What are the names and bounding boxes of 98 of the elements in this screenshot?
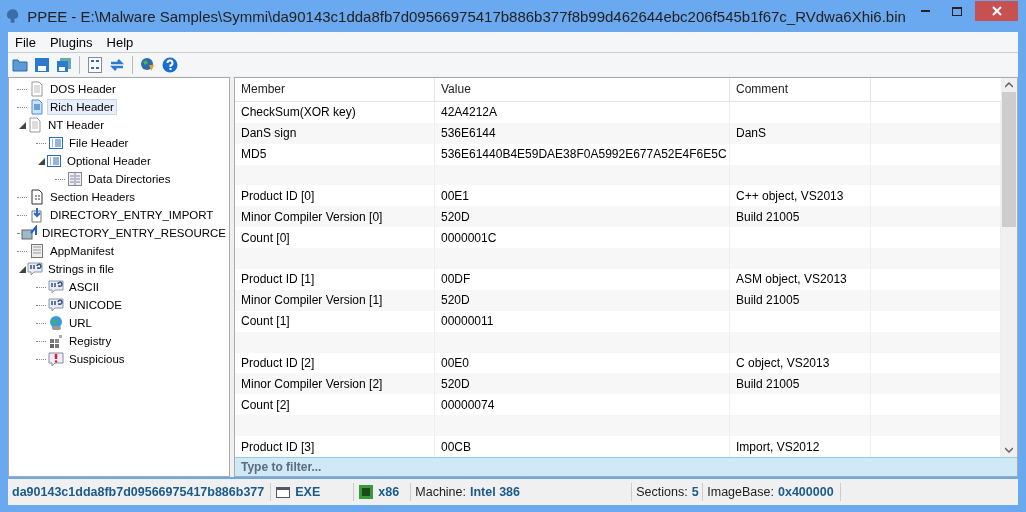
window-icon <box>275 484 292 500</box>
tree-item[interactable]: Data Directories <box>85 171 174 187</box>
table-cell: 42A4212A <box>441 105 498 120</box>
menu-item[interactable]: Plugins <box>44 33 98 51</box>
scrollbar[interactable] <box>1001 78 1017 457</box>
scrollbar-thumb[interactable] <box>1002 92 1016 227</box>
document-icon <box>29 99 45 115</box>
architecture: x86 <box>378 485 400 499</box>
document-icon <box>29 243 45 259</box>
expander-icon[interactable] <box>17 121 27 129</box>
table-cell: C++ object, VS2013 <box>736 188 844 203</box>
table-cell: 0000001C <box>441 230 497 245</box>
table-cell: Product ID [1] <box>241 272 315 287</box>
table-cell: Import, VS2012 <box>736 439 820 454</box>
filter-field[interactable]: Type to filter... <box>235 457 1017 476</box>
table-cell: Product ID [2] <box>241 356 315 370</box>
help-button[interactable] <box>161 55 179 74</box>
tree-item[interactable]: Rich Header <box>47 99 117 115</box>
table-cell: Count [2] <box>241 397 290 412</box>
status-value: 0x400000 <box>778 485 834 499</box>
alert-icon <box>48 351 64 367</box>
column-header[interactable]: Comment <box>730 78 871 101</box>
file-type: EXE <box>295 485 321 499</box>
import-icon <box>29 207 45 223</box>
cubes-icon <box>48 333 64 349</box>
globe-icon <box>48 315 64 331</box>
chip-icon <box>358 484 375 500</box>
maximize-icon <box>951 6 962 16</box>
tree-item[interactable]: DIRECTORY_ENTRY_IMPORT <box>47 207 217 223</box>
menu-item[interactable]: File <box>10 33 41 51</box>
table-cell: 00000011 <box>441 314 494 329</box>
table-cell: CheckSum(XOR key) <box>241 105 356 120</box>
status-value: 5 <box>691 485 699 499</box>
table-cell: 536E61440B4E59DAE38F0A5992E677A52E4F6E5C <box>441 147 727 162</box>
table-cell: 520D <box>441 293 470 308</box>
save-all-button[interactable] <box>55 55 73 74</box>
expander-icon[interactable] <box>17 265 27 273</box>
tree-item[interactable]: UNICODE <box>66 297 126 313</box>
tree-item[interactable]: Strings in file <box>45 261 117 277</box>
column-header[interactable]: Value <box>435 78 730 101</box>
table-cell: 00E1 <box>441 188 470 203</box>
picture-icon <box>20 225 37 241</box>
table-cell: 00CB <box>441 439 472 454</box>
table-cell: Product ID [0] <box>241 188 315 203</box>
menu-item[interactable]: Help <box>101 33 139 51</box>
table-cell: C object, VS2013 <box>736 356 830 370</box>
table-cell: Count [0] <box>241 230 290 245</box>
tree-item[interactable]: DOS Header <box>47 81 119 97</box>
document-icon <box>29 189 45 205</box>
speech-bubble-icon <box>27 261 43 277</box>
tree-item[interactable]: File Header <box>66 135 132 151</box>
table-icon <box>67 171 83 187</box>
status-value: Intel 386 <box>470 485 521 499</box>
table-cell: 520D <box>441 376 470 391</box>
tree-item[interactable]: URL <box>66 315 95 331</box>
document-icon <box>29 81 45 97</box>
table-cell: 536E6144 <box>441 126 496 141</box>
tree-item[interactable]: ASCII <box>66 279 103 295</box>
table-cell: Minor Compiler Version [2] <box>241 376 383 391</box>
tree-item[interactable]: AppManifest <box>47 243 117 259</box>
speech-bubble-icon <box>48 279 64 295</box>
table-cell: Count [1] <box>241 314 290 329</box>
table-cell: ASM object, VS2013 <box>736 272 847 287</box>
status-label: ImageBase: <box>707 485 774 499</box>
table-cell: 00DF <box>441 272 471 287</box>
globe-download-button[interactable] <box>139 55 157 74</box>
status-label: Machine: <box>415 485 466 499</box>
window-title: PPEE - E:\Malware Samples\Symmi\da90143c1dda8fb7d09566975417b886b377f8b99d462644ebc206f545b1f67c_RVdwa6Xhi6.bin <box>27 7 906 25</box>
speech-bubble-icon <box>48 297 64 313</box>
table-cell: DanS <box>736 126 767 141</box>
table-cell: 520D <box>441 209 470 224</box>
column-header[interactable]: Member <box>235 78 435 101</box>
document-icon <box>27 117 43 133</box>
tree-item[interactable]: Suspicious <box>66 351 128 367</box>
table-cell: Minor Compiler Version [0] <box>241 209 383 224</box>
table-cell: Build 21005 <box>736 209 800 224</box>
close-icon <box>991 6 1002 16</box>
table-cell: Build 21005 <box>736 376 800 391</box>
list-icon <box>48 135 64 151</box>
table-cell: MD5 <box>241 147 267 162</box>
tree-item[interactable]: Section Headers <box>47 189 139 205</box>
table-cell: 00E0 <box>441 356 470 370</box>
table-cell: Minor Compiler Version [1] <box>241 293 383 308</box>
table-cell: 00000074 <box>441 397 495 412</box>
list-icon <box>46 153 62 169</box>
tree-item[interactable]: DIRECTORY_ENTRY_RESOURCE <box>38 225 229 241</box>
table-cell: Build 21005 <box>736 293 800 308</box>
tree-item[interactable]: Optional Header <box>64 153 154 169</box>
save-button[interactable] <box>33 55 51 74</box>
file-hash: da90143c1dda8fb7d09566975417b886b377 <box>12 485 265 499</box>
minimize-icon <box>920 10 930 12</box>
close-button[interactable] <box>975 1 1018 21</box>
tree-item[interactable]: Registry <box>66 333 115 349</box>
status-label: Sections: <box>636 485 688 499</box>
table-cell: Product ID [3] <box>241 439 315 454</box>
tree-item[interactable]: NT Header <box>45 117 108 133</box>
table-cell: DanS sign <box>241 126 297 141</box>
expander-icon[interactable] <box>36 157 46 165</box>
